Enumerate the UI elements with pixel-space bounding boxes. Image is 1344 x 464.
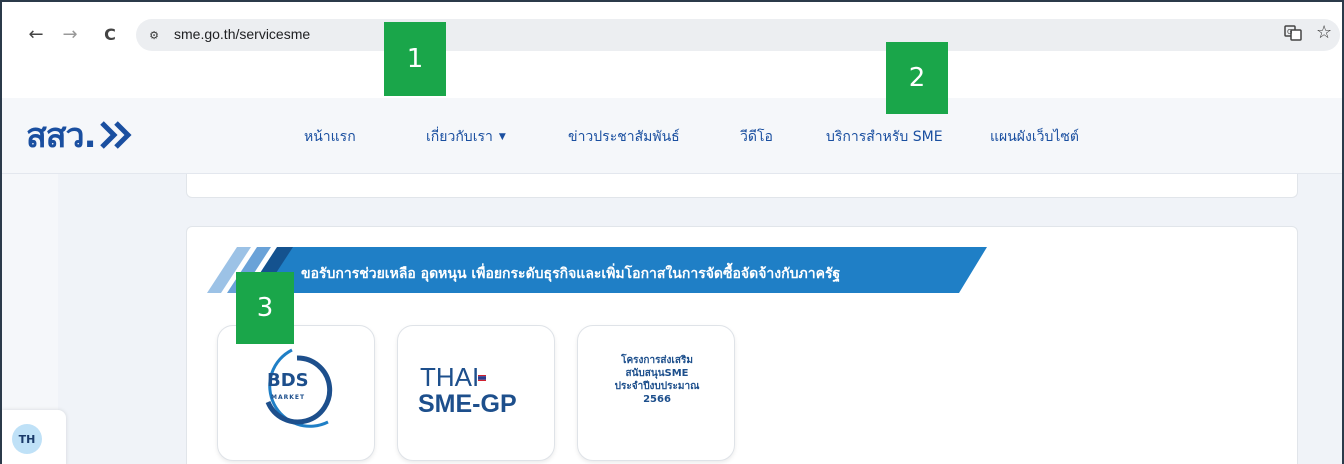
service-card-thai-sme-gp[interactable]: THAI SME-GP xyxy=(397,325,555,461)
url-text: sme.go.th/servicesme xyxy=(174,26,311,42)
thai-flag-icon xyxy=(478,366,486,381)
screenshot-frame: ← → C ⚙ sme.go.th/servicesme G ☆ สสว. หน… xyxy=(0,0,1344,464)
annotation-marker-2: 2 xyxy=(886,42,948,114)
main-menu: หน้าแรก เกี่ยวกับเรา ▼ ข่าวประชาสัมพันธ์ … xyxy=(2,126,1342,150)
address-bar[interactable]: ⚙ sme.go.th/servicesme xyxy=(136,19,1340,51)
bds-logo-subtext: MARKET xyxy=(271,394,306,401)
menu-item-news[interactable]: ข่าวประชาสัมพันธ์ xyxy=(568,126,680,148)
promotion-card-text: โครงการส่งเสริม สนับสนุนSME ประจำปีงบประ… xyxy=(588,354,726,406)
back-button[interactable]: ← xyxy=(24,22,48,46)
reload-button[interactable]: C xyxy=(98,22,122,46)
promotion-line-3: ประจำปีงบประมาณ xyxy=(614,381,700,392)
bookmark-star-icon[interactable]: ☆ xyxy=(1316,22,1332,43)
svg-text:G: G xyxy=(1287,28,1292,36)
previous-section-card xyxy=(186,174,1298,198)
service-card-promotion-2566[interactable]: โครงการส่งเสริม สนับสนุนSME ประจำปีงบประ… xyxy=(577,325,735,461)
menu-item-about[interactable]: เกี่ยวกับเรา ▼ xyxy=(426,126,506,148)
section-banner: ขอรับการช่วยเหลือ อุดหนุน เพื่อยกระดับธุ… xyxy=(207,247,987,295)
browser-toolbar: ← → C ⚙ sme.go.th/servicesme G ☆ xyxy=(2,2,1342,98)
thai-sme-gp-bottom-text: SME-GP xyxy=(418,390,517,418)
menu-item-about-label: เกี่ยวกับเรา xyxy=(426,129,493,145)
annotation-marker-3: 3 xyxy=(236,272,294,344)
banner-text: ขอรับการช่วยเหลือ อุดหนุน เพื่อยกระดับธุ… xyxy=(301,266,841,282)
forward-icon: → xyxy=(62,23,78,45)
reload-icon: C xyxy=(104,24,116,44)
services-section-card: ขอรับการช่วยเหลือ อุดหนุน เพื่อยกระดับธุ… xyxy=(186,226,1298,464)
translate-icon[interactable]: G xyxy=(1284,24,1302,46)
menu-item-sitemap[interactable]: แผนผังเว็บไซต์ xyxy=(990,126,1079,148)
language-badge: TH xyxy=(12,424,42,454)
service-card-bds-market[interactable]: BDS MARKET xyxy=(217,325,375,461)
menu-item-home[interactable]: หน้าแรก xyxy=(304,126,356,148)
menu-item-video[interactable]: วีดีโอ xyxy=(740,126,773,148)
forward-button[interactable]: → xyxy=(58,22,82,46)
site-settings-icon: ⚙ xyxy=(149,28,159,42)
language-switcher[interactable]: TH xyxy=(2,410,66,464)
promotion-line-4: 2566 xyxy=(643,394,671,405)
bds-logo-text: BDS xyxy=(267,370,309,391)
dropdown-caret-icon: ▼ xyxy=(498,132,506,142)
promotion-line-1: โครงการส่งเสริม xyxy=(621,355,693,366)
annotation-marker-1: 1 xyxy=(384,22,446,96)
back-icon: ← xyxy=(28,23,44,45)
menu-item-sme-services[interactable]: บริการสำหรับ SME xyxy=(826,126,943,148)
site-info-button[interactable]: ⚙ xyxy=(144,25,164,45)
promotion-line-2: สนับสนุนSME xyxy=(625,368,689,379)
thai-sme-gp-top-text: THAI xyxy=(420,362,480,392)
website-viewport: สสว. หน้าแรก เกี่ยวกับเรา ▼ ข่าวประชาสัมพ… xyxy=(2,98,1342,464)
site-header: สสว. หน้าแรก เกี่ยวกับเรา ▼ ข่าวประชาสัมพ… xyxy=(2,98,1342,174)
